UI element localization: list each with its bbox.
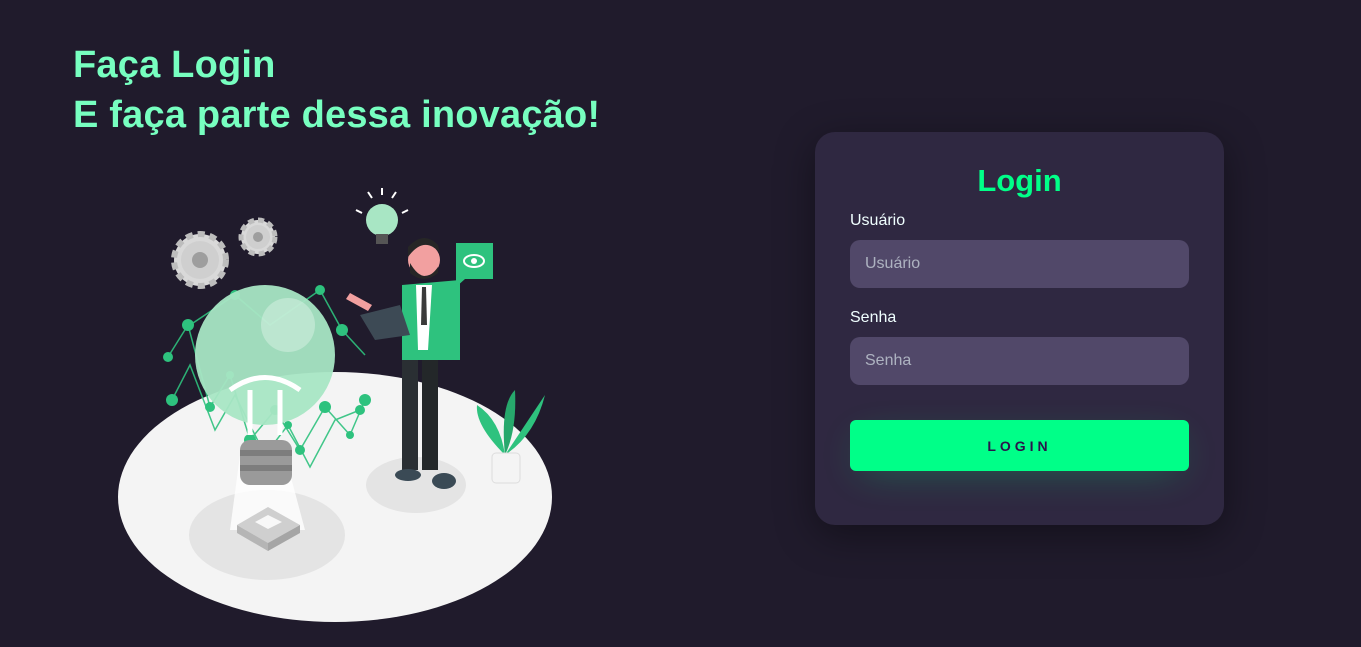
username-label: Usuário	[850, 212, 906, 229]
password-input[interactable]	[850, 337, 1189, 385]
headline-line-2: E faça parte dessa inovação!	[73, 94, 601, 136]
username-input[interactable]	[850, 240, 1189, 288]
hero-headline: Faça Login E faça parte dessa inovação!	[73, 40, 600, 140]
login-button[interactable]: LOGIN	[850, 420, 1189, 471]
login-page: Faça Login E faça parte dessa inovação!	[0, 0, 1361, 647]
headline-line-1: Faça Login	[73, 44, 276, 86]
gear-icon	[171, 231, 229, 289]
password-label: Senha	[850, 309, 897, 326]
lightbulb-icon	[355, 188, 409, 244]
login-card: Login Usuário Senha LOGIN	[815, 132, 1224, 525]
login-card-title: Login	[977, 163, 1062, 198]
floor-platform	[118, 372, 552, 622]
eye-icon	[456, 243, 493, 287]
innovation-illustration	[118, 188, 552, 622]
gear-icon	[238, 217, 278, 257]
